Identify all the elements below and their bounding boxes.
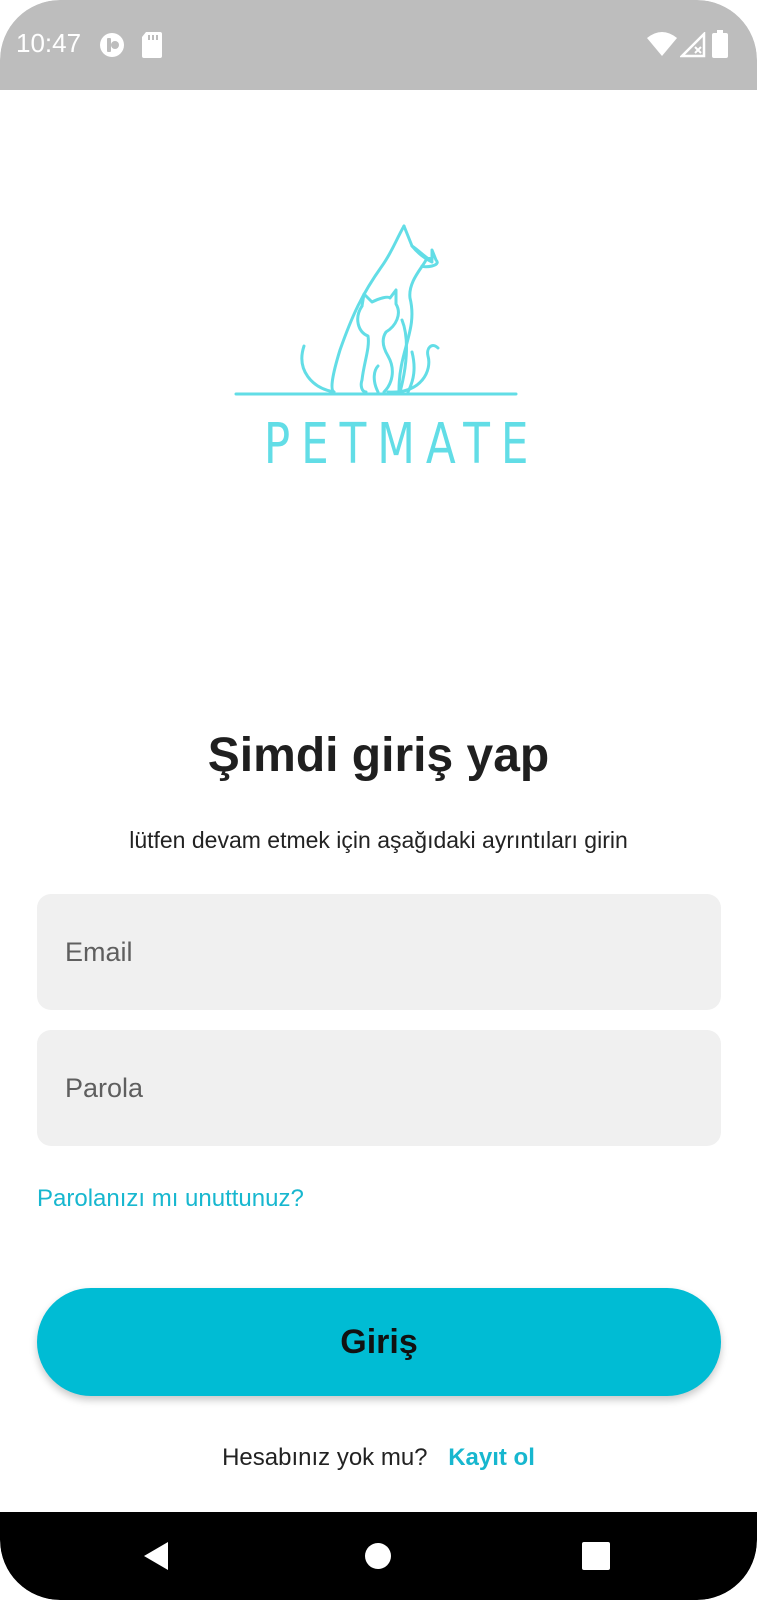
status-time: 10:47 xyxy=(16,28,82,58)
recents-icon[interactable] xyxy=(572,1532,620,1580)
battery-icon xyxy=(712,30,728,58)
wifi-icon xyxy=(647,32,677,56)
home-icon[interactable] xyxy=(354,1532,402,1580)
email-input[interactable] xyxy=(37,894,721,1010)
login-screen: 10:47 PETMATE Şimdi giriş yap lütfen dev… xyxy=(0,0,757,1600)
navigation-bar xyxy=(0,1512,757,1600)
status-bar: 10:47 xyxy=(0,0,757,90)
register-link[interactable]: Kayıt ol xyxy=(448,1444,535,1471)
page-title: Şimdi giriş yap xyxy=(207,729,550,782)
sd-card-icon xyxy=(142,32,162,58)
assistant-icon xyxy=(100,33,124,57)
back-icon[interactable] xyxy=(134,1532,182,1580)
logo-text: PETMATE xyxy=(263,412,540,477)
signal-icon xyxy=(680,32,706,58)
password-input[interactable] xyxy=(37,1030,721,1146)
login-button[interactable]: Giriş xyxy=(37,1288,721,1396)
register-prompt: Hesabınız yok mu? xyxy=(222,1444,428,1471)
register-row: Hesabınız yok mu? Kayıt ol xyxy=(0,1444,757,1472)
page-subtitle: lütfen devam etmek için aşağıdaki ayrınt… xyxy=(129,827,628,853)
forgot-password-link[interactable]: Parolanızı mı unuttunuz? xyxy=(37,1185,304,1213)
